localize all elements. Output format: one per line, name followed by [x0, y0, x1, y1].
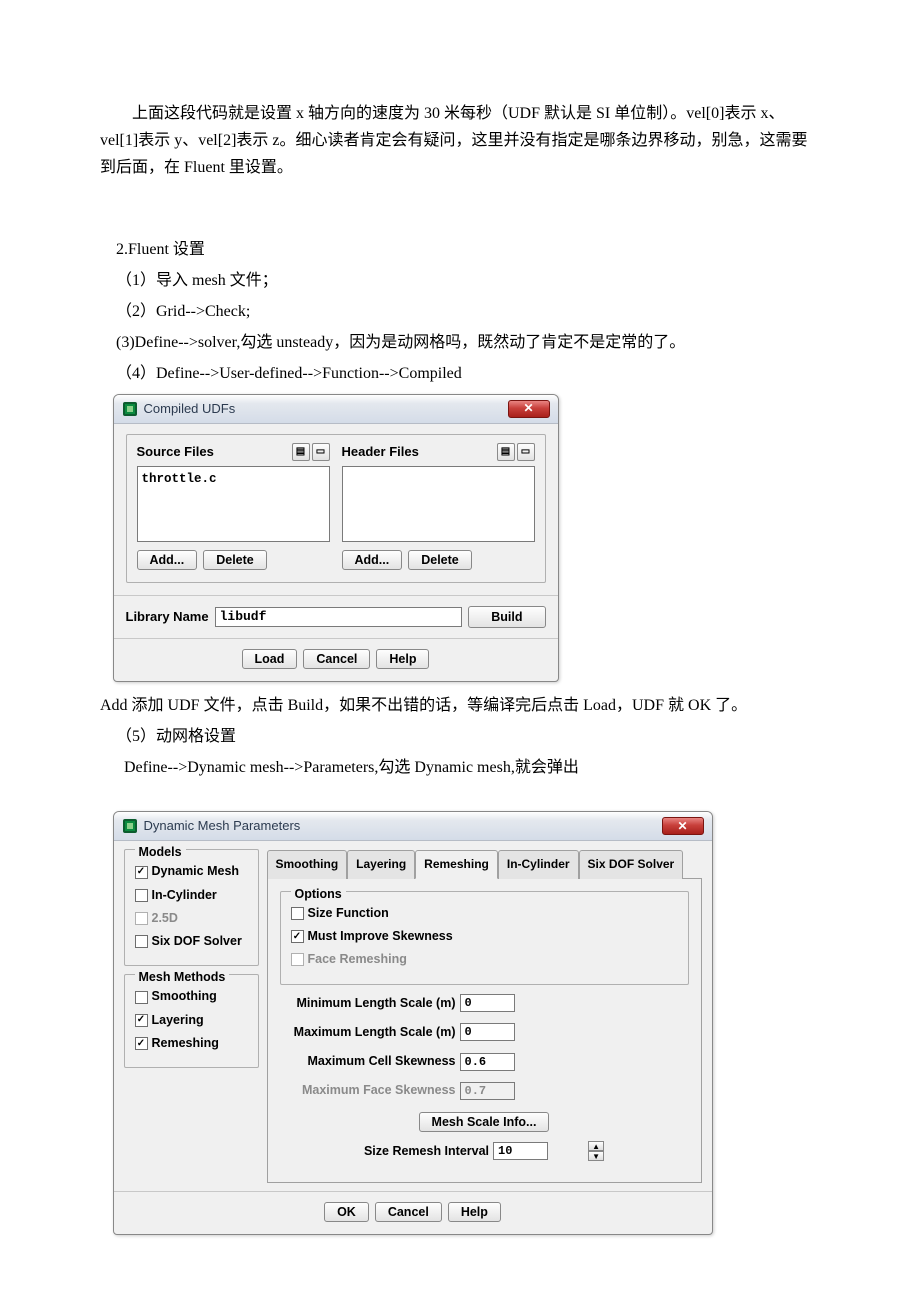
dialog-title: Compiled UDFs: [144, 398, 502, 420]
build-button[interactable]: Build: [468, 606, 545, 628]
titlebar: Dynamic Mesh Parameters ✕: [114, 812, 712, 841]
ok-button[interactable]: OK: [324, 1202, 369, 1222]
fluent-icon: [122, 401, 138, 417]
fluent-icon: [122, 818, 138, 834]
max-face-skew-label: Maximum Face Skewness: [280, 1080, 460, 1101]
list-item[interactable]: throttle.c: [142, 469, 325, 490]
close-button[interactable]: ✕: [508, 400, 550, 418]
checkbox-icon: [135, 935, 148, 948]
remeshing-panel: Options Size Function Must Improve Skewn…: [267, 879, 702, 1183]
header-files-label: Header Files: [342, 441, 419, 463]
mesh-methods-label: Mesh Methods: [135, 967, 230, 988]
close-icon: ✕: [523, 398, 533, 418]
size-remesh-input[interactable]: [493, 1142, 548, 1160]
library-name-input[interactable]: [215, 607, 463, 627]
size-remesh-label: Size Remesh Interval: [364, 1141, 493, 1162]
source-delete-button[interactable]: Delete: [203, 550, 267, 570]
header-delete-button[interactable]: Delete: [408, 550, 472, 570]
source-files-list[interactable]: throttle.c: [137, 466, 330, 542]
close-button[interactable]: ✕: [662, 817, 704, 835]
checkbox-icon: [135, 912, 148, 925]
library-name-label: Library Name: [126, 606, 209, 628]
checkbox-icon: [135, 889, 148, 902]
mesh-scale-info-button[interactable]: Mesh Scale Info...: [419, 1112, 550, 1132]
models-label: Models: [135, 842, 186, 863]
step-3: (3)Define-->solver,勾选 unsteady，因为是动网格吗，既…: [116, 329, 820, 356]
max-cell-skew-input[interactable]: [460, 1053, 515, 1071]
source-add-button[interactable]: Add...: [137, 550, 198, 570]
tab-bar: Smoothing Layering Remeshing In-Cylinder…: [267, 849, 702, 878]
deselect-all-icon[interactable]: ▭: [517, 443, 535, 461]
in-cylinder-checkbox[interactable]: In-Cylinder: [135, 884, 248, 907]
max-length-label: Maximum Length Scale (m): [280, 1022, 460, 1043]
step-5-line: Define-->Dynamic mesh-->Parameters,勾选 Dy…: [124, 754, 820, 781]
layering-checkbox[interactable]: Layering: [135, 1009, 248, 1032]
cancel-button[interactable]: Cancel: [375, 1202, 442, 1222]
smoothing-checkbox[interactable]: Smoothing: [135, 985, 248, 1008]
checkbox-icon: [291, 953, 304, 966]
size-function-checkbox[interactable]: Size Function: [291, 902, 678, 925]
deselect-all-icon[interactable]: ▭: [312, 443, 330, 461]
help-button[interactable]: Help: [376, 649, 429, 669]
load-button[interactable]: Load: [242, 649, 298, 669]
dynamic-mesh-checkbox[interactable]: Dynamic Mesh: [135, 860, 248, 883]
min-length-label: Minimum Length Scale (m): [280, 993, 460, 1014]
help-button[interactable]: Help: [448, 1202, 501, 1222]
paragraph-intro: 上面这段代码就是设置 x 轴方向的速度为 30 米每秒（UDF 默认是 SI 单…: [100, 100, 820, 182]
tab-in-cylinder[interactable]: In-Cylinder: [498, 850, 579, 878]
select-all-icon[interactable]: ▤: [497, 443, 515, 461]
step-5: （5）动网格设置: [116, 723, 820, 750]
dialog-title: Dynamic Mesh Parameters: [144, 815, 656, 837]
cancel-button[interactable]: Cancel: [303, 649, 370, 669]
remeshing-checkbox[interactable]: Remeshing: [135, 1032, 248, 1055]
max-face-skew-input: [460, 1082, 515, 1100]
step-2: （2）Grid-->Check;: [116, 298, 820, 325]
checkbox-icon: [291, 930, 304, 943]
must-improve-checkbox[interactable]: Must Improve Skewness: [291, 925, 678, 948]
checkbox-icon: [135, 866, 148, 879]
checkbox-icon: [135, 991, 148, 1004]
tab-six-dof[interactable]: Six DOF Solver: [579, 850, 684, 878]
header-add-button[interactable]: Add...: [342, 550, 403, 570]
checkbox-icon: [135, 1014, 148, 1027]
max-cell-skew-label: Maximum Cell Skewness: [280, 1051, 460, 1072]
tab-smoothing[interactable]: Smoothing: [267, 850, 348, 878]
dynamic-mesh-dialog: Dynamic Mesh Parameters ✕ Models Dynamic…: [113, 811, 713, 1235]
spinner-down-icon[interactable]: ▼: [588, 1151, 604, 1161]
size-remesh-spinner[interactable]: ▲ ▼: [588, 1141, 604, 1161]
2p5d-checkbox: 2.5D: [135, 907, 248, 930]
tab-layering[interactable]: Layering: [347, 850, 415, 878]
checkbox-icon: [291, 907, 304, 920]
face-remeshing-checkbox: Face Remeshing: [291, 948, 678, 971]
source-files-label: Source Files: [137, 441, 214, 463]
checkbox-icon: [135, 1037, 148, 1050]
step-4: （4）Define-->User-defined-->Function-->Co…: [116, 360, 820, 387]
select-all-icon[interactable]: ▤: [292, 443, 310, 461]
step-1: （1）导入 mesh 文件；: [116, 267, 820, 294]
close-icon: ✕: [677, 816, 687, 836]
max-length-input[interactable]: [460, 1023, 515, 1041]
header-files-list[interactable]: [342, 466, 535, 542]
min-length-input[interactable]: [460, 994, 515, 1012]
options-label: Options: [291, 884, 346, 905]
after-udf-note: Add 添加 UDF 文件，点击 Build，如果不出错的话，等编译完后点击 L…: [100, 692, 820, 719]
compiled-udfs-dialog: Compiled UDFs ✕ Source Files ▤ ▭: [113, 394, 559, 682]
six-dof-checkbox[interactable]: Six DOF Solver: [135, 930, 248, 953]
tab-remeshing[interactable]: Remeshing: [415, 850, 498, 878]
titlebar: Compiled UDFs ✕: [114, 395, 558, 424]
section-2-title: 2.Fluent 设置: [116, 236, 820, 263]
